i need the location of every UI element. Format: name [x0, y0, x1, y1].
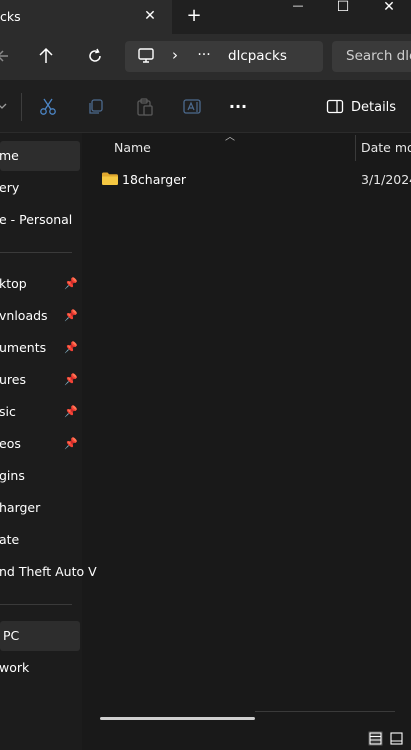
- column-header-date[interactable]: Date mod: [361, 140, 411, 155]
- pin-icon: 📌: [64, 373, 78, 386]
- sidebar-item-music[interactable]: sic 📌: [0, 397, 80, 427]
- file-name[interactable]: 18charger: [122, 172, 186, 187]
- pin-icon: 📌: [64, 277, 78, 290]
- sidebar-item-update[interactable]: ate: [0, 525, 80, 555]
- sidebar-item-label: vnloads: [0, 308, 48, 323]
- pin-icon: 📌: [64, 437, 78, 450]
- pin-icon: 📌: [64, 309, 78, 322]
- details-pane-icon[interactable]: [326, 99, 344, 115]
- sort-ascending-icon: ︿: [225, 132, 235, 143]
- sidebar-item-videos[interactable]: eos 📌: [0, 429, 80, 459]
- sidebar-item-downloads[interactable]: vnloads 📌: [0, 301, 80, 331]
- new-tab-icon[interactable]: +: [186, 7, 202, 25]
- sidebar-item-gallery[interactable]: ery: [0, 173, 80, 203]
- sidebar-item-label: sic: [0, 404, 16, 419]
- sidebar-item-label: ures: [0, 372, 26, 387]
- sidebar-item-onedrive[interactable]: e - Personal: [0, 205, 80, 235]
- sidebar-item-label: me: [0, 148, 19, 163]
- horizontal-scrollbar-thumb[interactable]: [100, 717, 255, 720]
- search-input[interactable]: Search dlc: [346, 48, 411, 64]
- sidebar-divider: [0, 252, 72, 253]
- sidebar-item-label: PC: [3, 628, 20, 643]
- breadcrumb-separator[interactable]: ›: [170, 48, 180, 63]
- horizontal-scrollbar-track[interactable]: [255, 711, 395, 712]
- column-header-name[interactable]: Name: [114, 140, 151, 155]
- sidebar-item-home[interactable]: me: [0, 141, 80, 171]
- paste-icon[interactable]: [136, 97, 154, 117]
- this-pc-icon: [138, 48, 154, 63]
- arrow-up-icon[interactable]: [38, 47, 54, 65]
- sidebar-item-network[interactable]: work: [0, 653, 80, 683]
- sidebar-item-charger[interactable]: harger: [0, 493, 80, 523]
- sidebar-item-plugins[interactable]: gins: [0, 461, 80, 491]
- breadcrumb-more-icon[interactable]: ···: [194, 48, 214, 62]
- more-options-icon[interactable]: ···: [226, 99, 250, 115]
- toolbar-separator: [21, 93, 22, 121]
- folder-icon: [102, 172, 118, 185]
- close-window-icon[interactable]: ✕: [382, 0, 396, 14]
- cut-icon[interactable]: [39, 98, 57, 116]
- close-tab-icon[interactable]: ✕: [143, 9, 157, 23]
- maximize-icon[interactable]: ☐: [336, 0, 350, 14]
- sidebar-item-gta-v[interactable]: nd Theft Auto V: [0, 557, 97, 587]
- sidebar-item-label: gins: [0, 468, 25, 483]
- refresh-icon[interactable]: [86, 47, 104, 65]
- sidebar-item-label: work: [0, 660, 30, 675]
- sidebar-item-desktop[interactable]: ktop 📌: [0, 269, 80, 299]
- navigation-pane: me ery e - Personal ktop 📌 vnloads 📌 ument…: [0, 133, 97, 750]
- sidebar-item-label: harger: [0, 500, 41, 515]
- arrow-left-icon[interactable]: [0, 48, 10, 64]
- sidebar-divider: [0, 604, 72, 605]
- sidebar-item-pictures[interactable]: ures 📌: [0, 365, 80, 395]
- rename-icon[interactable]: [183, 98, 203, 116]
- details-view-icon[interactable]: [368, 731, 383, 746]
- sidebar-item-label: e - Personal: [0, 212, 73, 227]
- sidebar-item-label: nd Theft Auto V: [0, 564, 97, 579]
- tiles-view-icon[interactable]: [389, 731, 404, 746]
- column-separator[interactable]: [355, 135, 356, 161]
- sidebar-item-label: uments: [0, 340, 47, 355]
- chevron-down-icon[interactable]: [0, 102, 8, 112]
- command-bar: [0, 80, 411, 133]
- pin-icon: 📌: [64, 405, 78, 418]
- sidebar-item-this-pc[interactable]: PC: [0, 621, 80, 651]
- breadcrumb-current[interactable]: dlcpacks: [228, 48, 287, 64]
- sidebar-item-documents[interactable]: uments 📌: [0, 333, 80, 363]
- pin-icon: 📌: [64, 341, 78, 354]
- file-date-modified: 3/1/2024 4: [361, 172, 411, 187]
- sidebar-item-label: ktop: [0, 276, 27, 291]
- details-button[interactable]: Details: [351, 100, 396, 115]
- sidebar-item-label: ate: [0, 532, 20, 547]
- sidebar-item-label: eos: [0, 436, 21, 451]
- sidebar-item-label: ery: [0, 180, 20, 195]
- copy-icon[interactable]: [87, 98, 105, 116]
- minimize-icon[interactable]: —: [291, 0, 305, 11]
- tab-title: cks: [0, 9, 21, 24]
